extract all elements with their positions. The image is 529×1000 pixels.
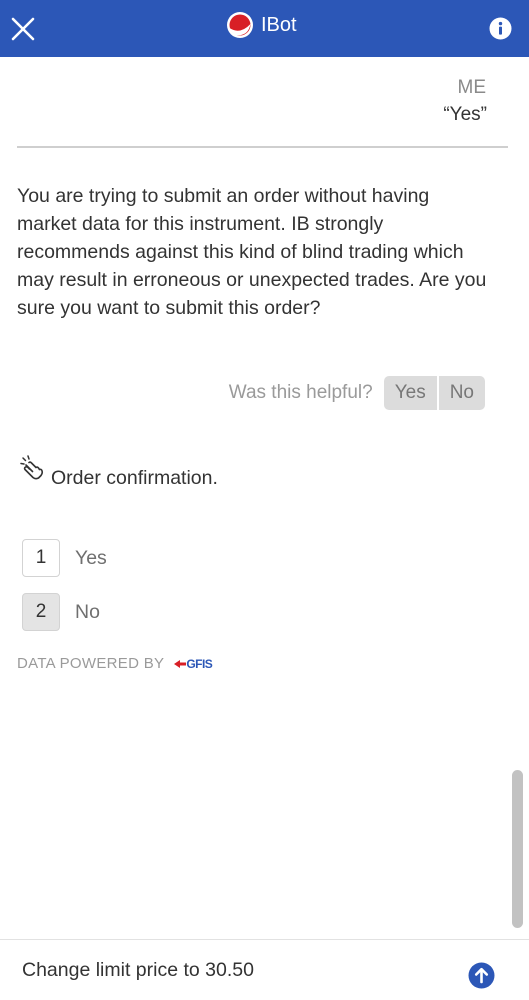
message-divider: [17, 146, 508, 148]
user-label: ME: [457, 77, 487, 98]
ibot-logo-icon: [227, 12, 253, 38]
hand-tap-icon: [20, 455, 44, 480]
close-icon: [11, 17, 35, 41]
info-icon: [489, 17, 512, 40]
brand: IBot: [226, 10, 297, 40]
option-label: Yes: [75, 546, 107, 569]
gfis-arrow-icon: [174, 659, 187, 668]
info-button[interactable]: [489, 17, 512, 40]
message-input[interactable]: [22, 952, 452, 988]
arrow-up-circle-icon: [468, 962, 495, 989]
option-no[interactable]: 2 No: [22, 593, 100, 631]
prompt-text: Order confirmation.: [51, 467, 218, 489]
app-title: IBot: [261, 13, 297, 36]
scrollbar-thumb[interactable]: [512, 770, 523, 928]
provider-name: GFIS: [186, 656, 213, 671]
option-number: 2: [22, 593, 60, 631]
option-yes[interactable]: 1 Yes: [22, 539, 107, 577]
close-button[interactable]: [10, 16, 36, 42]
send-button[interactable]: [468, 962, 495, 989]
bot-message: You are trying to submit an order withou…: [17, 185, 487, 319]
option-label: No: [75, 600, 100, 623]
powered-by: DATA POWERED BY GFIS: [17, 655, 213, 672]
gfis-logo: GFIS: [174, 656, 213, 671]
message-input-bar: [0, 939, 529, 1000]
order-confirmation-prompt: Order confirmation.: [19, 454, 218, 490]
app-header: IBot: [0, 0, 529, 57]
feedback-label: Was this helpful?: [228, 382, 373, 403]
powered-by-text: DATA POWERED BY: [17, 655, 165, 672]
user-message: “Yes”: [443, 104, 487, 125]
feedback-no-button[interactable]: No: [438, 376, 485, 410]
feedback-yes-button[interactable]: Yes: [383, 376, 437, 410]
chat-area[interactable]: ME “Yes” You are trying to submit an ord…: [0, 57, 529, 939]
feedback-row: Was this helpful? Yes No: [229, 376, 485, 410]
option-number: 1: [22, 539, 60, 577]
